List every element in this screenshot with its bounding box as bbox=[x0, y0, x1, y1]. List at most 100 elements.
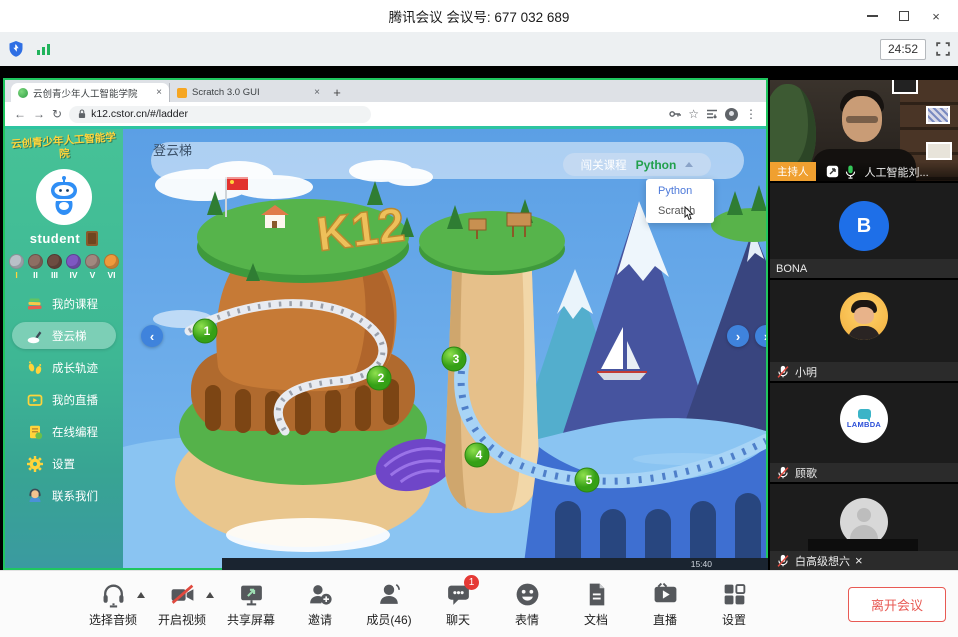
dropdown-option-python[interactable]: Python bbox=[646, 181, 714, 201]
tab-close-icon[interactable]: × bbox=[156, 87, 162, 98]
browser-menu-icon[interactable]: ⋮ bbox=[745, 108, 757, 120]
leave-meeting-button[interactable]: 离开会议 bbox=[848, 587, 946, 622]
chat-button[interactable]: 1 聊天 bbox=[430, 580, 486, 628]
mic-muted-icon bbox=[776, 466, 790, 480]
sidebar-item-contact-us[interactable]: 联系我们 bbox=[12, 482, 116, 509]
course-dropdown: Python Scratch bbox=[646, 179, 714, 223]
chevron-up-icon[interactable] bbox=[137, 592, 145, 598]
participant-name: 顾歌 bbox=[795, 465, 817, 481]
settings-icon bbox=[721, 580, 748, 608]
avatar-initial: B bbox=[839, 201, 889, 251]
security-shield-icon[interactable] bbox=[8, 40, 24, 58]
site-logo: 云创青少年人工智能学院 bbox=[5, 131, 123, 165]
level-5[interactable]: V bbox=[85, 254, 101, 280]
checkpoint-5[interactable]: 5 bbox=[575, 468, 599, 492]
lambda-bubble-icon bbox=[858, 409, 871, 419]
sharing-indicator-icon bbox=[826, 165, 839, 178]
mic-muted-icon bbox=[776, 554, 790, 568]
reading-list-icon[interactable] bbox=[706, 109, 718, 119]
sidebar-item-my-live[interactable]: 我的直播 bbox=[12, 386, 116, 413]
share-screen-button[interactable]: 共享屏幕 bbox=[223, 580, 279, 628]
username: student bbox=[30, 231, 80, 246]
page-title: 登云梯 bbox=[153, 140, 192, 159]
tv-icon bbox=[26, 391, 44, 409]
address-bar[interactable]: k12.cstor.cn/#/ladder bbox=[69, 106, 371, 123]
invite-icon bbox=[307, 580, 334, 608]
robot-avatar-icon bbox=[44, 175, 84, 219]
minimize-button[interactable] bbox=[856, 0, 888, 32]
start-video-button[interactable]: 开启视频 bbox=[154, 580, 210, 628]
map-next-arrow[interactable]: › bbox=[727, 325, 749, 347]
browser-tabbar: 云创青少年人工智能学院 × Scratch 3.0 GUI × + bbox=[5, 80, 766, 102]
close-button[interactable]: × bbox=[920, 0, 952, 32]
fullscreen-icon[interactable] bbox=[936, 42, 950, 56]
scratch-favicon bbox=[177, 88, 187, 98]
chevron-up-icon[interactable] bbox=[206, 592, 214, 598]
invite-button[interactable]: 邀请 bbox=[292, 580, 348, 628]
checkpoint-4[interactable]: 4 bbox=[465, 443, 489, 467]
pet-avatar-icon bbox=[104, 254, 119, 269]
svg-text:2: 2 bbox=[378, 371, 385, 385]
chat-unread-badge: 1 bbox=[464, 575, 479, 590]
ladder-map: K12 bbox=[123, 129, 766, 568]
close-icon[interactable]: × bbox=[855, 553, 863, 568]
svg-text:1: 1 bbox=[204, 324, 211, 338]
key-icon[interactable] bbox=[669, 109, 681, 119]
picture-frame bbox=[926, 142, 952, 160]
glasses bbox=[846, 116, 878, 123]
mic-on-icon bbox=[844, 164, 857, 180]
emoji-button[interactable]: 表情 bbox=[499, 580, 555, 628]
dropdown-option-scratch[interactable]: Scratch bbox=[646, 201, 714, 221]
members-button[interactable]: 成员(46) bbox=[361, 580, 417, 628]
docs-button[interactable]: 文档 bbox=[568, 580, 624, 628]
network-signal-icon[interactable] bbox=[36, 42, 51, 56]
logout-door-icon[interactable] bbox=[86, 231, 98, 246]
emoji-icon bbox=[514, 580, 541, 608]
picture-frame bbox=[892, 80, 918, 94]
live-button[interactable]: 直播 bbox=[637, 580, 693, 628]
audio-select-button[interactable]: 选择音频 bbox=[85, 580, 141, 628]
tab-close-icon[interactable]: × bbox=[314, 87, 320, 98]
k12-page: 云创青少年人工智能学院 student bbox=[5, 126, 766, 568]
bookmark-star-icon[interactable]: ☆ bbox=[688, 108, 699, 120]
meeting-timer: 24:52 bbox=[880, 39, 926, 60]
participant-tile-clipped[interactable]: 白高级想六 × bbox=[770, 484, 958, 570]
profile-avatar-icon[interactable] bbox=[725, 108, 738, 121]
participant-tile-host[interactable]: 主持人 人工智能刘... bbox=[770, 80, 958, 181]
tab-scratch-gui[interactable]: Scratch 3.0 GUI × bbox=[169, 83, 327, 102]
video-label-box bbox=[808, 539, 918, 551]
participant-tile-bona[interactable]: B BONA bbox=[770, 183, 958, 278]
back-icon[interactable]: ← bbox=[14, 108, 26, 120]
level-6[interactable]: VI bbox=[104, 254, 120, 280]
level-1[interactable]: I bbox=[9, 254, 25, 280]
minimize-icon bbox=[867, 15, 878, 17]
gear-icon bbox=[26, 455, 44, 473]
checkpoint-1[interactable]: 1 bbox=[193, 319, 217, 343]
participant-tile-xiaoming[interactable]: 小明 bbox=[770, 280, 958, 381]
level-2[interactable]: II bbox=[28, 254, 44, 280]
participant-tile-guge[interactable]: LAMBDA 顾歌 bbox=[770, 383, 958, 482]
sidebar-item-growth-track[interactable]: 成长轨迹 bbox=[12, 354, 116, 381]
maximize-button[interactable] bbox=[888, 0, 920, 32]
pet-avatar-icon bbox=[66, 254, 81, 269]
reload-icon[interactable]: ↻ bbox=[52, 108, 62, 120]
sidebar-item-settings[interactable]: 设置 bbox=[12, 450, 116, 477]
sidebar-item-my-courses[interactable]: 我的课程 bbox=[12, 290, 116, 317]
map-prev-arrow[interactable]: ‹ bbox=[141, 325, 163, 347]
sidebar-item-online-coding[interactable]: 在线编程 bbox=[12, 418, 116, 445]
participant-name: BONA bbox=[776, 263, 807, 275]
course-select[interactable]: 闯关课程 Python bbox=[563, 153, 711, 176]
svg-text:4: 4 bbox=[476, 448, 483, 462]
checkpoint-3[interactable]: 3 bbox=[442, 347, 466, 371]
forward-icon[interactable]: → bbox=[33, 108, 45, 120]
tab-k12-academy[interactable]: 云创青少年人工智能学院 × bbox=[11, 83, 169, 102]
new-tab-button[interactable]: + bbox=[327, 83, 347, 102]
checkpoint-2[interactable]: 2 bbox=[367, 366, 391, 390]
site-sidebar: 云创青少年人工智能学院 student bbox=[5, 129, 123, 568]
maximize-icon bbox=[899, 11, 909, 21]
settings-button[interactable]: 设置 bbox=[706, 580, 762, 628]
participant-name: 人工智能刘... bbox=[865, 164, 929, 180]
level-3[interactable]: III bbox=[47, 254, 63, 280]
sidebar-item-cloud-ladder[interactable]: 登云梯 bbox=[12, 322, 116, 349]
level-4[interactable]: IV bbox=[66, 254, 82, 280]
